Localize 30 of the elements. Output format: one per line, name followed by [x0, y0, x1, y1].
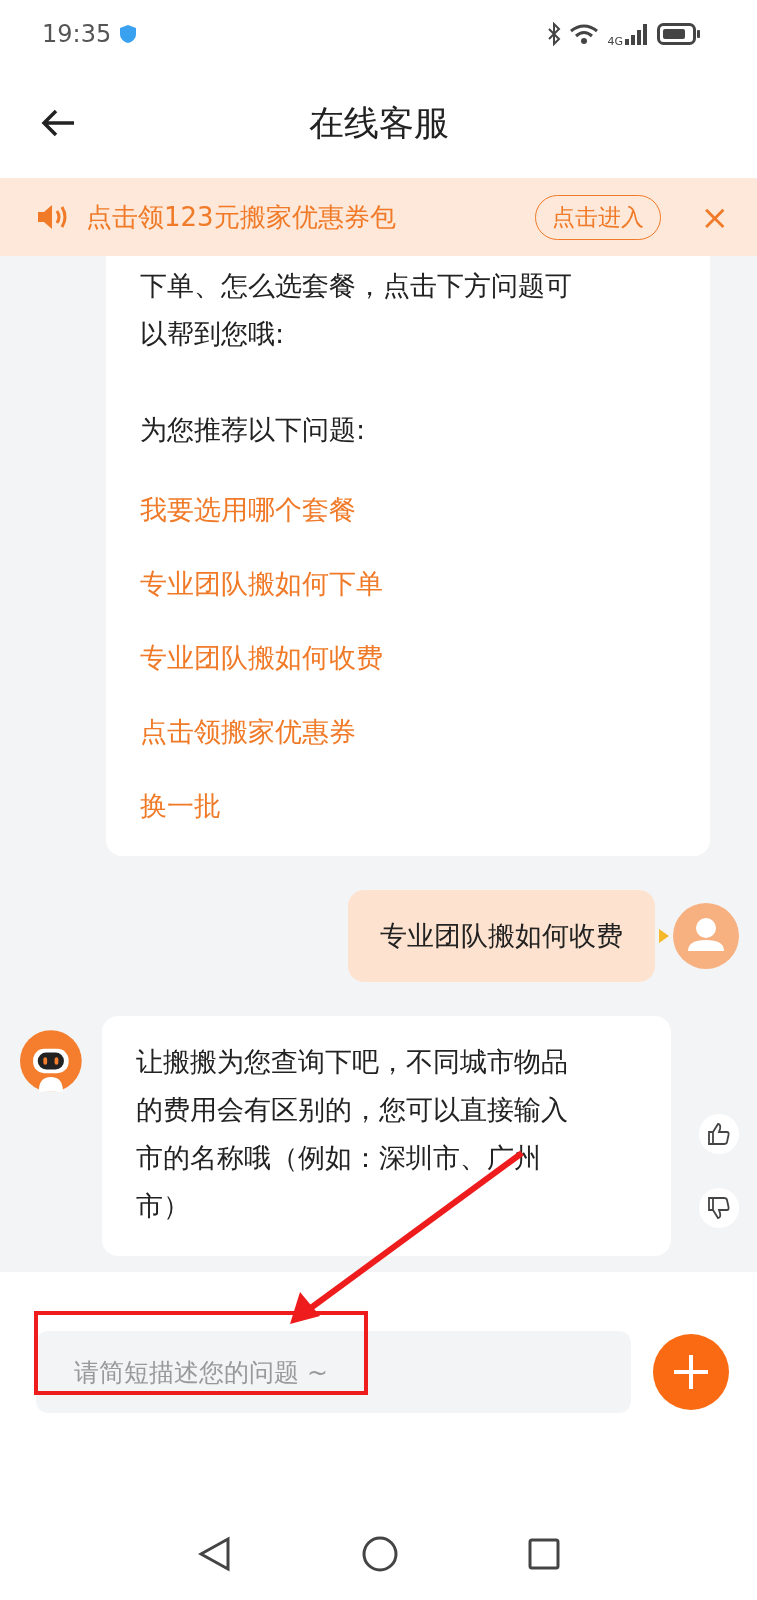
- thumbs-up-icon[interactable]: [699, 1114, 739, 1154]
- user-avatar: [673, 903, 739, 969]
- bluetooth-icon: [547, 22, 562, 46]
- thumbs-down-icon[interactable]: [699, 1188, 739, 1228]
- status-time: 19:35: [42, 20, 112, 48]
- message-input[interactable]: 请简短描述您的问题 ~: [36, 1331, 631, 1413]
- question-link[interactable]: 我要选用哪个套餐: [140, 486, 356, 534]
- home-nav-icon[interactable]: [361, 1536, 398, 1572]
- back-nav-icon[interactable]: [197, 1536, 232, 1572]
- banner-text: 点击领123元搬家优惠券包: [86, 200, 397, 234]
- promo-banner[interactable]: 点击领123元搬家优惠券包 点击进入 ×: [0, 178, 757, 256]
- shield-icon: [119, 24, 138, 44]
- question-link[interactable]: 点击领搬家优惠券: [140, 708, 356, 756]
- question-link[interactable]: 专业团队搬如何下单: [140, 560, 383, 608]
- question-link[interactable]: 换一批: [140, 782, 221, 830]
- question-link[interactable]: 专业团队搬如何收费: [140, 634, 383, 682]
- section-heading: 为您推荐以下问题:: [140, 413, 366, 447]
- network-label: 4G: [607, 34, 623, 48]
- plus-icon: [671, 1352, 711, 1392]
- wifi-icon: [569, 23, 600, 45]
- message-text: 下单、怎么选套餐，点击下方问题可以帮到您哦:: [140, 269, 573, 351]
- close-button[interactable]: ×: [700, 197, 729, 237]
- battery-icon: [657, 22, 701, 46]
- page-title: 在线客服: [308, 101, 449, 145]
- message-text: 专业团队搬如何收费: [380, 920, 623, 951]
- robot-avatar: [20, 1028, 82, 1094]
- signal-icon: [625, 23, 649, 45]
- recents-nav-icon[interactable]: [527, 1538, 560, 1570]
- tail-icon: [659, 929, 669, 943]
- back-icon[interactable]: [40, 108, 76, 138]
